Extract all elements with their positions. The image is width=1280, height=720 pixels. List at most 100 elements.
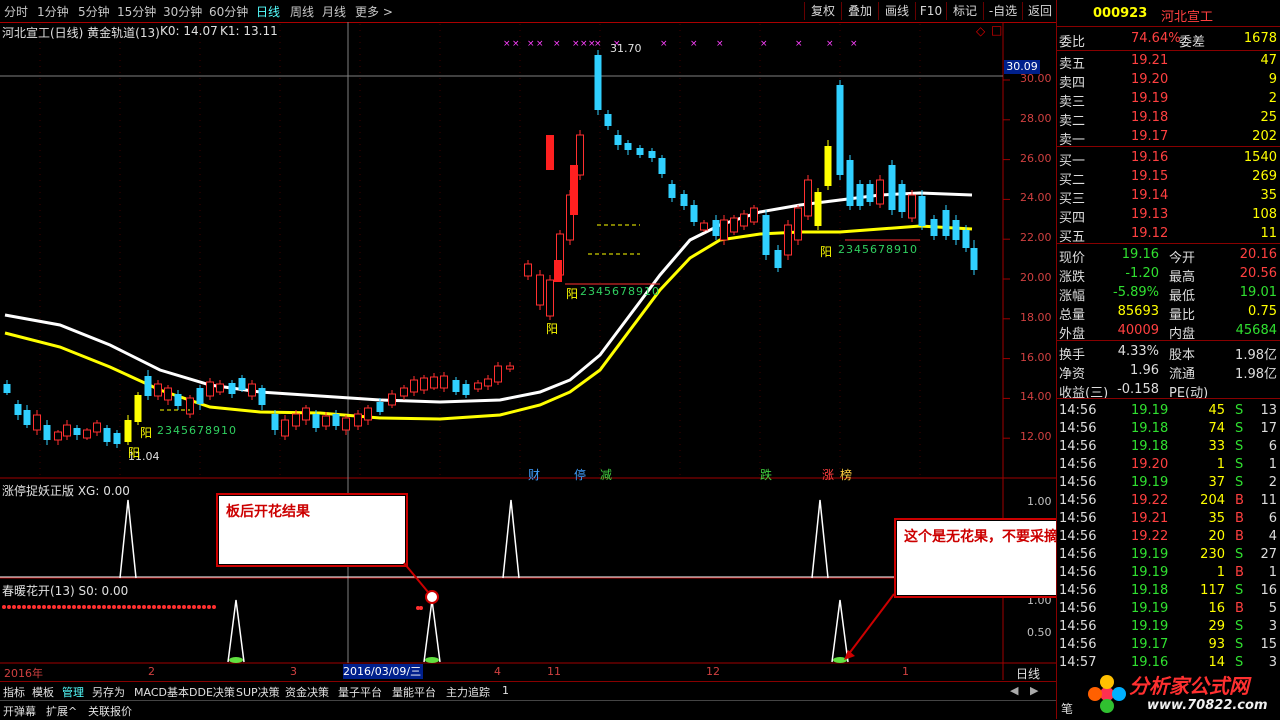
tab-capital[interactable]: 资金决策: [285, 684, 329, 700]
candlestick[interactable]: [762, 210, 770, 260]
tick-row[interactable]: 14:56 19.19 1 B 1: [1057, 564, 1280, 582]
back-button[interactable]: 返回: [1022, 2, 1057, 20]
tick-row[interactable]: 14:56 19.22 204 B 11: [1057, 492, 1280, 510]
stat-row[interactable]: 换手 4.33% 股本 1.98亿: [1057, 343, 1280, 363]
candlestick[interactable]: [604, 110, 612, 130]
bid-row[interactable]: 买五 19.12 11: [1057, 225, 1280, 245]
bid-row[interactable]: 买一 19.16 1540: [1057, 149, 1280, 169]
tab-sup[interactable]: SUP决策: [236, 684, 280, 700]
candlestick[interactable]: [700, 220, 708, 232]
candlestick[interactable]: [103, 425, 111, 446]
candlestick[interactable]: [668, 180, 676, 202]
tab-indicator[interactable]: 指标: [3, 684, 25, 700]
overlay-button[interactable]: 叠加: [841, 2, 878, 20]
candlestick[interactable]: [258, 385, 266, 410]
candlestick[interactable]: [174, 390, 182, 410]
candlestick[interactable]: [23, 405, 31, 428]
candlestick[interactable]: [546, 275, 554, 320]
candlestick[interactable]: [594, 50, 602, 115]
ask-row[interactable]: 卖一 19.17 202: [1057, 128, 1280, 148]
candlestick[interactable]: [216, 380, 224, 395]
stat-row[interactable]: 总量 85693 量比 0.75: [1057, 303, 1280, 323]
bid-row[interactable]: 买三 19.14 35: [1057, 187, 1280, 207]
candlestick[interactable]: [164, 385, 172, 405]
candlestick[interactable]: [248, 380, 256, 400]
candlestick[interactable]: [648, 148, 656, 162]
candlestick[interactable]: [690, 200, 698, 226]
candlestick[interactable]: [614, 130, 622, 150]
tab-quantum[interactable]: 量子平台: [338, 684, 382, 700]
candlestick[interactable]: [462, 380, 470, 398]
candlestick[interactable]: [804, 175, 812, 220]
candlestick[interactable]: [83, 428, 91, 440]
candlestick[interactable]: [970, 240, 978, 275]
candlestick[interactable]: [228, 380, 236, 398]
candlestick[interactable]: [898, 180, 906, 218]
period-tab-2[interactable]: 5分钟: [78, 3, 110, 20]
candlestick[interactable]: [430, 373, 438, 390]
event-tag-cai[interactable]: 财: [528, 466, 540, 483]
candlestick[interactable]: [524, 260, 532, 280]
draw-button[interactable]: 画线: [878, 2, 915, 20]
stat-row[interactable]: 涨幅 -5.89% 最低 19.01: [1057, 284, 1280, 304]
tick-row[interactable]: 14:56 19.19 37 S 2: [1057, 474, 1280, 492]
candlestick[interactable]: [484, 375, 492, 390]
candlestick[interactable]: [364, 405, 372, 425]
candlestick[interactable]: [730, 215, 738, 235]
candlestick[interactable]: [388, 390, 396, 408]
candlestick[interactable]: [942, 205, 950, 240]
candlestick[interactable]: [680, 190, 688, 210]
period-tab-1[interactable]: 1分钟: [37, 3, 69, 20]
candlestick[interactable]: [908, 190, 916, 222]
expand-button[interactable]: 扩展^: [46, 703, 77, 719]
stat-row[interactable]: 外盘 40009 内盘 45684: [1057, 322, 1280, 342]
tab-template[interactable]: 模板: [32, 684, 54, 700]
tab-save-as[interactable]: 另存为: [92, 684, 125, 700]
candlestick[interactable]: [506, 362, 514, 372]
mark-button[interactable]: 标记: [946, 2, 983, 20]
candlestick[interactable]: [774, 245, 782, 272]
candlestick[interactable]: [420, 375, 428, 394]
candlestick[interactable]: [876, 175, 884, 208]
candlestick[interactable]: [824, 140, 832, 190]
candlestick[interactable]: [3, 380, 11, 395]
watchlist-button[interactable]: -自选: [983, 2, 1022, 20]
event-tag-bang[interactable]: 榜: [840, 466, 852, 483]
danmu-button[interactable]: 开弹幕: [3, 703, 36, 719]
candlestick[interactable]: [54, 430, 62, 445]
candlestick[interactable]: [281, 415, 289, 440]
candlestick[interactable]: [624, 140, 632, 155]
limit-up-candle[interactable]: [546, 135, 554, 170]
candlestick[interactable]: [400, 385, 408, 400]
tick-row[interactable]: 14:56 19.19 230 S 27: [1057, 546, 1280, 564]
stat-row[interactable]: 净资 1.96 流通 1.98亿: [1057, 362, 1280, 382]
period-tab-5[interactable]: 60分钟: [209, 3, 248, 20]
candlestick[interactable]: [63, 420, 71, 440]
candlestick[interactable]: [836, 80, 844, 180]
candlestick[interactable]: [238, 375, 246, 392]
candlestick[interactable]: [43, 420, 51, 445]
candlestick[interactable]: [814, 188, 822, 230]
tick-row[interactable]: 14:56 19.21 35 B 6: [1057, 510, 1280, 528]
candlestick[interactable]: [302, 405, 310, 425]
candlestick[interactable]: [888, 160, 896, 215]
tab-volume[interactable]: 量能平台: [392, 684, 436, 700]
candlestick[interactable]: [740, 210, 748, 230]
period-tab-0[interactable]: 分时: [4, 3, 28, 20]
candlestick[interactable]: [144, 370, 152, 400]
bid-row[interactable]: 买四 19.13 108: [1057, 206, 1280, 226]
tab-scroll-right-icon[interactable]: ▶: [1030, 684, 1038, 697]
stat-row[interactable]: 涨跌 -1.20 最高 20.56: [1057, 265, 1280, 285]
candlestick[interactable]: [846, 155, 854, 210]
candlestick[interactable]: [474, 380, 482, 392]
ask-row[interactable]: 卖四 19.20 9: [1057, 71, 1280, 91]
tick-row[interactable]: 14:56 19.22 20 B 4: [1057, 528, 1280, 546]
candlestick[interactable]: [930, 215, 938, 240]
candlestick[interactable]: [440, 372, 448, 392]
period-tab-6[interactable]: 日线: [256, 3, 280, 20]
tab-manage[interactable]: 管理: [62, 684, 84, 700]
candlestick[interactable]: [186, 395, 194, 418]
tab-dde[interactable]: DDE决策: [189, 684, 235, 700]
fuquan-button[interactable]: 复权: [804, 2, 841, 20]
candlestick[interactable]: [206, 378, 214, 400]
